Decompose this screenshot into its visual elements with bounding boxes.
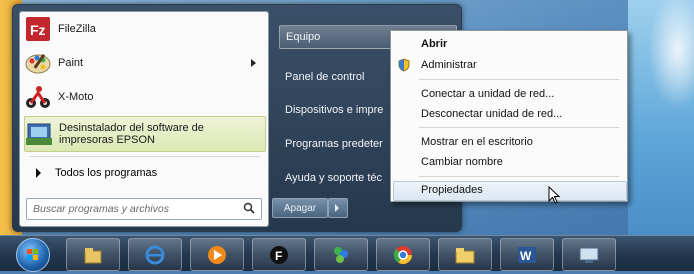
desktop-wallpaper-right — [628, 0, 694, 235]
menu-item-conectar-unidad[interactable]: Conectar a unidad de red... — [421, 85, 554, 103]
menu-item-desconectar-unidad[interactable]: Desconectar unidad de red... — [421, 105, 562, 123]
menu-label: Cambiar nombre — [421, 156, 503, 168]
context-menu: Abrir Administrar Conectar a unidad de r… — [390, 30, 628, 202]
menu-item-cambiar-nombre[interactable]: Cambiar nombre — [421, 153, 503, 171]
program-xmoto[interactable]: X-Moto — [24, 82, 264, 112]
word-icon: W — [517, 245, 537, 265]
messenger-icon — [331, 245, 351, 265]
menu-label: Propiedades — [421, 184, 483, 196]
menu-item-mostrar-escritorio[interactable]: Mostrar en el escritorio — [421, 133, 533, 151]
item-label: Dispositivos e impre — [285, 104, 384, 116]
item-label: Equipo — [286, 31, 321, 43]
programs-pane: Fz FileZilla Paint X-Moto Desinstalador … — [19, 11, 269, 227]
dark-app-icon: F — [269, 245, 289, 265]
taskbar-dark-app[interactable]: F — [252, 238, 306, 271]
screen-app-icon — [579, 245, 599, 265]
svg-text:F: F — [275, 249, 282, 263]
item-label: Programas predeter — [285, 138, 383, 150]
program-epson-uninstaller[interactable]: Desinstalador del software de impresoras… — [24, 116, 266, 152]
explorer-icon — [83, 245, 103, 265]
svg-text:Fz: Fz — [30, 22, 46, 38]
menu-label: Abrir — [421, 38, 448, 50]
menu-label: Conectar a unidad de red... — [421, 88, 555, 100]
menu-item-propiedades[interactable]: Propiedades — [421, 181, 483, 199]
menu-item-administrar[interactable]: Administrar — [421, 56, 477, 74]
taskbar-folder[interactable] — [438, 238, 492, 271]
menu-item-abrir[interactable]: Abrir — [421, 35, 447, 53]
shield-icon — [397, 58, 411, 72]
menu-separator — [419, 127, 619, 128]
start-orb[interactable] — [16, 238, 50, 272]
search-placeholder: Buscar programas y archivos — [33, 203, 169, 215]
all-programs-button[interactable]: Todos los programas — [24, 162, 264, 184]
item-label: Panel de control — [285, 71, 365, 83]
all-programs-label: Todos los programas — [55, 167, 158, 179]
program-label: X-Moto — [58, 91, 94, 103]
taskbar-chrome[interactable] — [376, 238, 430, 271]
svg-text:W: W — [520, 249, 532, 263]
paint-icon — [24, 49, 52, 77]
search-input[interactable]: Buscar programas y archivos — [26, 198, 262, 220]
shutdown-button[interactable]: Apagar — [272, 198, 328, 218]
taskbar-media-player[interactable] — [190, 238, 244, 271]
separator — [30, 156, 260, 157]
shutdown-label: Apagar — [283, 202, 317, 214]
taskbar: F W — [0, 235, 694, 272]
taskbar-explorer[interactable] — [66, 238, 120, 271]
submenu-arrow-icon[interactable] — [251, 59, 256, 67]
internet-explorer-icon — [145, 245, 165, 265]
taskbar-internet-explorer[interactable] — [128, 238, 182, 271]
menu-separator — [419, 176, 619, 177]
media-player-icon — [207, 245, 227, 265]
chrome-icon — [393, 245, 413, 265]
menu-label: Mostrar en el escritorio — [421, 136, 533, 148]
shutdown-options-arrow-icon[interactable] — [328, 198, 348, 218]
taskbar-screen-app[interactable] — [562, 238, 616, 271]
mouse-cursor-icon — [548, 185, 561, 207]
epson-uninstaller-icon — [25, 120, 53, 148]
menu-separator — [419, 79, 619, 80]
program-paint[interactable]: Paint — [24, 48, 264, 78]
search-icon[interactable] — [243, 202, 255, 217]
program-filezilla[interactable]: Fz FileZilla — [24, 14, 264, 44]
taskbar-word[interactable]: W — [500, 238, 554, 271]
menu-label: Desconectar unidad de red... — [421, 108, 563, 120]
play-arrow-icon — [36, 168, 41, 178]
filezilla-icon: Fz — [24, 15, 52, 43]
program-label: Desinstalador del software de impresoras… — [59, 122, 204, 146]
menu-label: Administrar — [421, 59, 477, 71]
item-label: Ayuda y soporte téc — [285, 172, 383, 184]
xmoto-icon — [24, 83, 52, 111]
taskbar-messenger[interactable] — [314, 238, 368, 271]
program-label: Paint — [58, 57, 84, 69]
folder-icon — [455, 245, 475, 265]
program-label: FileZilla — [58, 23, 96, 35]
